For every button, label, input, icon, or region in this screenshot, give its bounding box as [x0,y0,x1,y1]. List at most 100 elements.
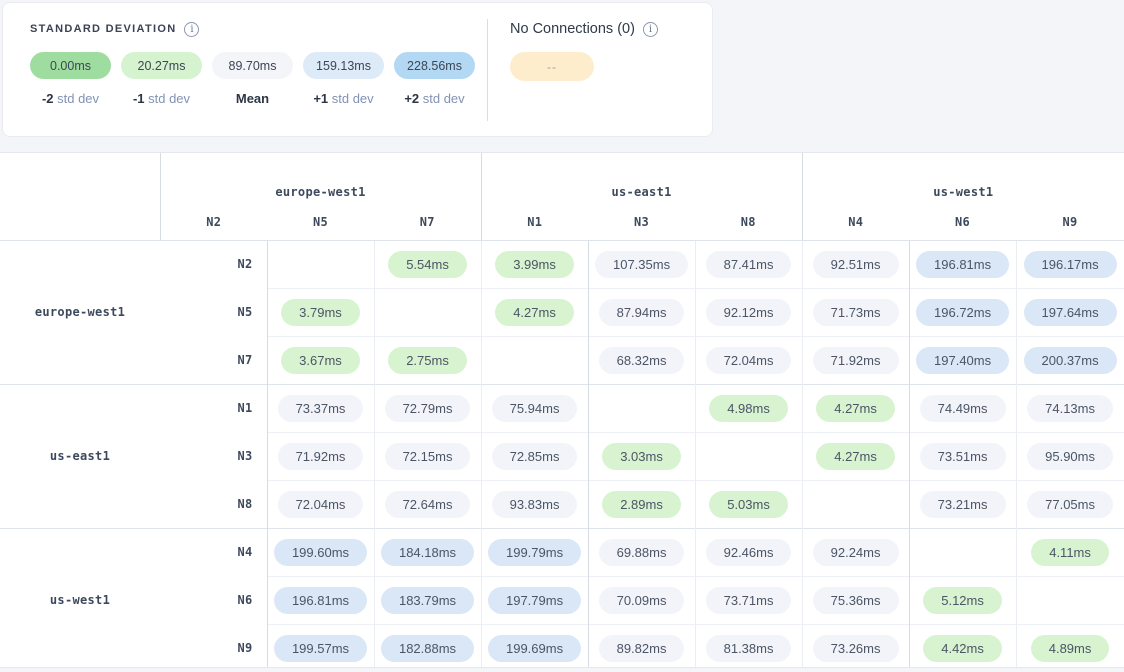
latency-pill[interactable]: 74.49ms [920,395,1006,422]
latency-pill[interactable]: 77.05ms [1027,491,1113,518]
matrix-cell: 73.26ms [802,624,909,668]
latency-pill[interactable]: 196.81ms [274,587,367,614]
latency-pill[interactable]: 3.03ms [602,443,681,470]
latency-pill[interactable]: 92.12ms [706,299,792,326]
latency-pill[interactable]: 199.79ms [488,539,581,566]
matrix-cell: 74.13ms [1016,384,1124,432]
latency-pill[interactable]: 2.75ms [388,347,467,374]
latency-pill[interactable]: 199.57ms [274,635,367,662]
row-node-header: N5 [160,288,267,336]
latency-pill[interactable]: 199.69ms [488,635,581,662]
latency-pill[interactable]: 72.15ms [385,443,471,470]
latency-pill[interactable]: 3.67ms [281,347,360,374]
latency-pill[interactable]: 92.51ms [813,251,899,278]
info-icon[interactable]: i [643,22,658,37]
latency-pill[interactable]: 4.11ms [1031,539,1109,566]
latency-pill[interactable]: 74.13ms [1027,395,1113,422]
no-connections-label: No Connections (0) [510,21,635,37]
latency-pill[interactable]: 196.72ms [916,299,1009,326]
latency-pill[interactable]: 196.17ms [1024,251,1117,278]
latency-pill[interactable]: 3.79ms [281,299,360,326]
latency-pill[interactable]: 73.51ms [920,443,1006,470]
matrix-cell: 5.12ms [909,576,1016,624]
latency-pill[interactable]: 199.60ms [274,539,367,566]
matrix-cell-self [481,336,588,384]
matrix-cell: 2.75ms [374,336,481,384]
latency-pill[interactable]: 95.90ms [1027,443,1113,470]
latency-pill[interactable]: 69.88ms [599,539,685,566]
latency-pill[interactable]: 197.40ms [916,347,1009,374]
latency-pill[interactable]: 73.71ms [706,587,792,614]
latency-pill[interactable]: 68.32ms [599,347,685,374]
latency-pill[interactable]: 81.38ms [706,635,792,662]
no-connections-pill: -- [510,52,594,81]
latency-pill[interactable]: 197.79ms [488,587,581,614]
legend-stop-label: -2 std dev [30,91,111,106]
latency-pill[interactable]: 196.81ms [916,251,1009,278]
latency-pill[interactable]: 71.73ms [813,299,899,326]
matrix-cell: 71.92ms [267,432,374,480]
column-region-header: europe-west1 [160,153,481,205]
latency-pill[interactable]: 72.64ms [385,491,471,518]
legend-stop-pill: 159.13ms [303,52,384,79]
latency-pill[interactable]: 75.36ms [813,587,899,614]
latency-pill[interactable]: 5.54ms [388,251,467,278]
latency-pill[interactable]: 73.37ms [278,395,364,422]
latency-pill[interactable]: 73.21ms [920,491,1006,518]
latency-pill[interactable]: 4.42ms [923,635,1002,662]
latency-pill[interactable]: 4.27ms [816,395,895,422]
latency-pill[interactable]: 183.79ms [381,587,474,614]
latency-pill[interactable]: 87.94ms [599,299,685,326]
matrix-cell: 4.42ms [909,624,1016,668]
latency-pill[interactable]: 71.92ms [278,443,364,470]
latency-pill[interactable]: 87.41ms [706,251,792,278]
row-node-header: N4 [160,528,267,576]
matrix-cell: 4.98ms [695,384,802,432]
latency-pill[interactable]: 184.18ms [381,539,474,566]
latency-pill[interactable]: 2.89ms [602,491,681,518]
legend-labels: -2 std dev-1 std devMean+1 std dev+2 std… [30,91,485,106]
legend-stop-pill: 89.70ms [212,52,293,79]
latency-matrix-card: europe-west1us-east1us-west1N2N5N7N1N3N8… [0,152,1124,668]
matrix-cell: 199.60ms [267,528,374,576]
info-icon[interactable]: i [184,22,199,37]
matrix-row: N9199.57ms182.88ms199.69ms89.82ms81.38ms… [0,624,1124,668]
latency-pill[interactable]: 71.92ms [813,347,899,374]
latency-pill[interactable]: 75.94ms [492,395,578,422]
latency-pill[interactable]: 89.82ms [599,635,685,662]
latency-pill[interactable]: 200.37ms [1024,347,1117,374]
latency-pill[interactable]: 92.46ms [706,539,792,566]
matrix-row: N872.04ms72.64ms93.83ms2.89ms5.03ms73.21… [0,480,1124,528]
latency-pill[interactable]: 182.88ms [381,635,474,662]
latency-pill[interactable]: 5.03ms [709,491,788,518]
latency-pill[interactable]: 5.12ms [923,587,1002,614]
latency-pill[interactable]: 197.64ms [1024,299,1117,326]
latency-pill[interactable]: 73.26ms [813,635,899,662]
legend-pills: 0.00ms20.27ms89.70ms159.13ms228.56ms [30,52,485,79]
matrix-cell: 75.94ms [481,384,588,432]
latency-pill[interactable]: 92.24ms [813,539,899,566]
latency-pill[interactable]: 107.35ms [595,251,688,278]
matrix-cell: 72.64ms [374,480,481,528]
latency-pill[interactable]: 72.85ms [492,443,578,470]
matrix-cell: 4.27ms [481,288,588,336]
latency-pill[interactable]: 70.09ms [599,587,685,614]
matrix-cell: 200.37ms [1016,336,1124,384]
matrix-cell: 70.09ms [588,576,695,624]
latency-pill[interactable]: 72.04ms [278,491,364,518]
latency-pill[interactable]: 4.27ms [816,443,895,470]
latency-pill[interactable]: 72.79ms [385,395,471,422]
std-dev-legend: STANDARD DEVIATION i 0.00ms20.27ms89.70m… [3,3,485,136]
latency-pill[interactable]: 93.83ms [492,491,578,518]
matrix-cell: 107.35ms [588,240,695,288]
latency-pill[interactable]: 3.99ms [495,251,574,278]
row-region-header: us-west1 [0,528,160,668]
latency-pill[interactable]: 4.98ms [709,395,788,422]
latency-pill[interactable]: 4.27ms [495,299,574,326]
matrix-cell: 4.27ms [802,432,909,480]
latency-pill[interactable]: 72.04ms [706,347,792,374]
matrix-cell: 73.21ms [909,480,1016,528]
matrix-row: N5 3.79ms 4.27ms 87.94ms 92.12ms 71.73ms 196.7… [0,288,1124,336]
latency-pill[interactable]: 4.89ms [1031,635,1110,662]
matrix-cell: 196.72ms [909,288,1016,336]
